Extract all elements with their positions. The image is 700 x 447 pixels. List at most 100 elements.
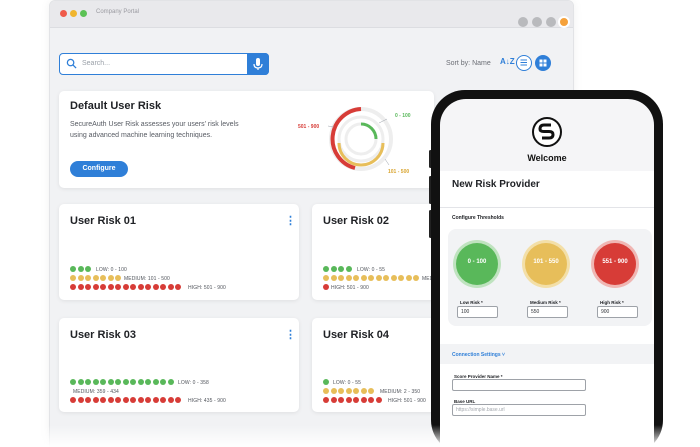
high-threshold-circle[interactable]: 551 - 900 (594, 243, 636, 285)
risk-dot (390, 275, 397, 281)
risk-dot (85, 275, 91, 281)
sort-az-icon[interactable]: A↓Z (500, 57, 515, 66)
provider-name-input[interactable] (452, 379, 586, 391)
low-threshold-circle[interactable]: 0 - 100 (456, 243, 498, 285)
risk-dot (100, 397, 106, 403)
search-bar[interactable]: Search... (59, 52, 269, 75)
risk-dot (323, 379, 329, 385)
base-url-input[interactable]: https://simple.base.url (452, 404, 586, 416)
risk-dot (70, 284, 76, 290)
risk-dot (77, 266, 84, 272)
medium-risk-input[interactable]: 550 (527, 306, 568, 318)
close-window-button[interactable] (60, 10, 67, 17)
title-bar: Company Portal (50, 1, 573, 28)
risk-dot (360, 397, 367, 403)
risk-dot (107, 284, 114, 290)
risk-dot (115, 284, 121, 290)
risk-dot (145, 379, 151, 385)
risk-dot (330, 275, 337, 281)
high-risk-dots (323, 397, 382, 403)
risk-dot (368, 388, 374, 394)
risk-dot (330, 388, 337, 394)
risk-dot (92, 275, 99, 281)
risk-dot (175, 284, 181, 290)
connection-settings-toggle[interactable]: Connection Settings ˅ (452, 352, 505, 358)
risk-dot (330, 397, 337, 403)
bottom-fade (0, 425, 700, 447)
risk-dot (413, 275, 419, 281)
risk-card-title: User Risk 03 (70, 329, 137, 341)
low-risk-dots (70, 266, 91, 272)
risk-dot (137, 379, 144, 385)
medium-risk-dots (323, 275, 419, 281)
medium-risk-dots (70, 275, 121, 281)
secureauth-logo-icon (532, 117, 562, 147)
window-action-button[interactable] (546, 17, 556, 27)
risk-dot (77, 397, 84, 403)
window-action-button[interactable] (532, 17, 542, 27)
welcome-heading: Welcome (527, 153, 567, 163)
medium-threshold-circle[interactable]: 101 - 550 (525, 243, 567, 285)
high-range-label: HIGH: 501 - 900 (331, 285, 369, 291)
high-threshold-value: 551 - 900 (602, 259, 628, 265)
low-range-label: LOW: 0 - 55 (333, 380, 361, 386)
minimize-window-button[interactable] (70, 10, 77, 17)
risk-dot (330, 266, 337, 272)
divider (440, 207, 654, 208)
high-risk-input[interactable]: 900 (597, 306, 638, 318)
risk-dot (368, 397, 374, 403)
risk-dot (70, 275, 76, 281)
risk-dot (160, 284, 166, 290)
high-range-label: HIGH: 435 - 900 (188, 398, 226, 404)
risk-dot (130, 284, 136, 290)
window-action-button[interactable] (518, 17, 528, 27)
risk-dot (353, 397, 359, 403)
risk-dot (70, 266, 76, 272)
sort-label[interactable]: Sort by: Name (446, 60, 491, 67)
default-risk-description: SecureAuth User Risk assesses your users… (70, 121, 239, 128)
low-risk-input[interactable]: 100 (457, 306, 498, 318)
risk-dot (85, 397, 91, 403)
risk-dot (353, 275, 359, 281)
gauge-low-label: 0 - 100 (395, 113, 411, 119)
risk-dot (77, 275, 84, 281)
risk-dot (160, 379, 166, 385)
risk-dot (323, 284, 329, 290)
risk-dot (375, 397, 382, 403)
risk-dot (122, 379, 129, 385)
maximize-window-button[interactable] (80, 10, 87, 17)
grid-view-button[interactable] (535, 55, 551, 71)
risk-dot (85, 284, 91, 290)
risk-dot (323, 388, 329, 394)
list-view-button[interactable] (516, 55, 532, 71)
risk-dot (70, 379, 76, 385)
risk-dot (353, 388, 359, 394)
risk-dot (175, 397, 181, 403)
configure-button[interactable]: Configure (70, 161, 128, 177)
low-risk-label: Low Risk * (460, 300, 483, 305)
risk-dot (137, 284, 144, 290)
risk-dot (115, 275, 121, 281)
risk-dot (100, 284, 106, 290)
risk-dot (152, 397, 159, 403)
risk-dot (360, 388, 367, 394)
risk-dot (85, 266, 91, 272)
risk-dot (137, 397, 144, 403)
risk-dot (338, 388, 344, 394)
search-icon (66, 58, 77, 69)
risk-dot (383, 275, 389, 281)
thresholds-heading: Configure Thresholds (452, 215, 504, 221)
risk-dot (92, 397, 99, 403)
microphone-button[interactable] (247, 52, 269, 75)
risk-dot (130, 379, 136, 385)
more-options-icon[interactable]: ⋮ (285, 328, 296, 341)
search-input[interactable]: Search... (82, 60, 110, 67)
risk-dot (167, 284, 174, 290)
risk-dot (130, 397, 136, 403)
risk-dot (338, 275, 344, 281)
form-title: New Risk Provider (452, 179, 540, 190)
more-options-icon[interactable]: ⋮ (285, 214, 296, 227)
s-logo-icon (538, 123, 555, 140)
risk-dot (100, 379, 106, 385)
gauge-medium-label: 101 - 500 (388, 169, 410, 175)
